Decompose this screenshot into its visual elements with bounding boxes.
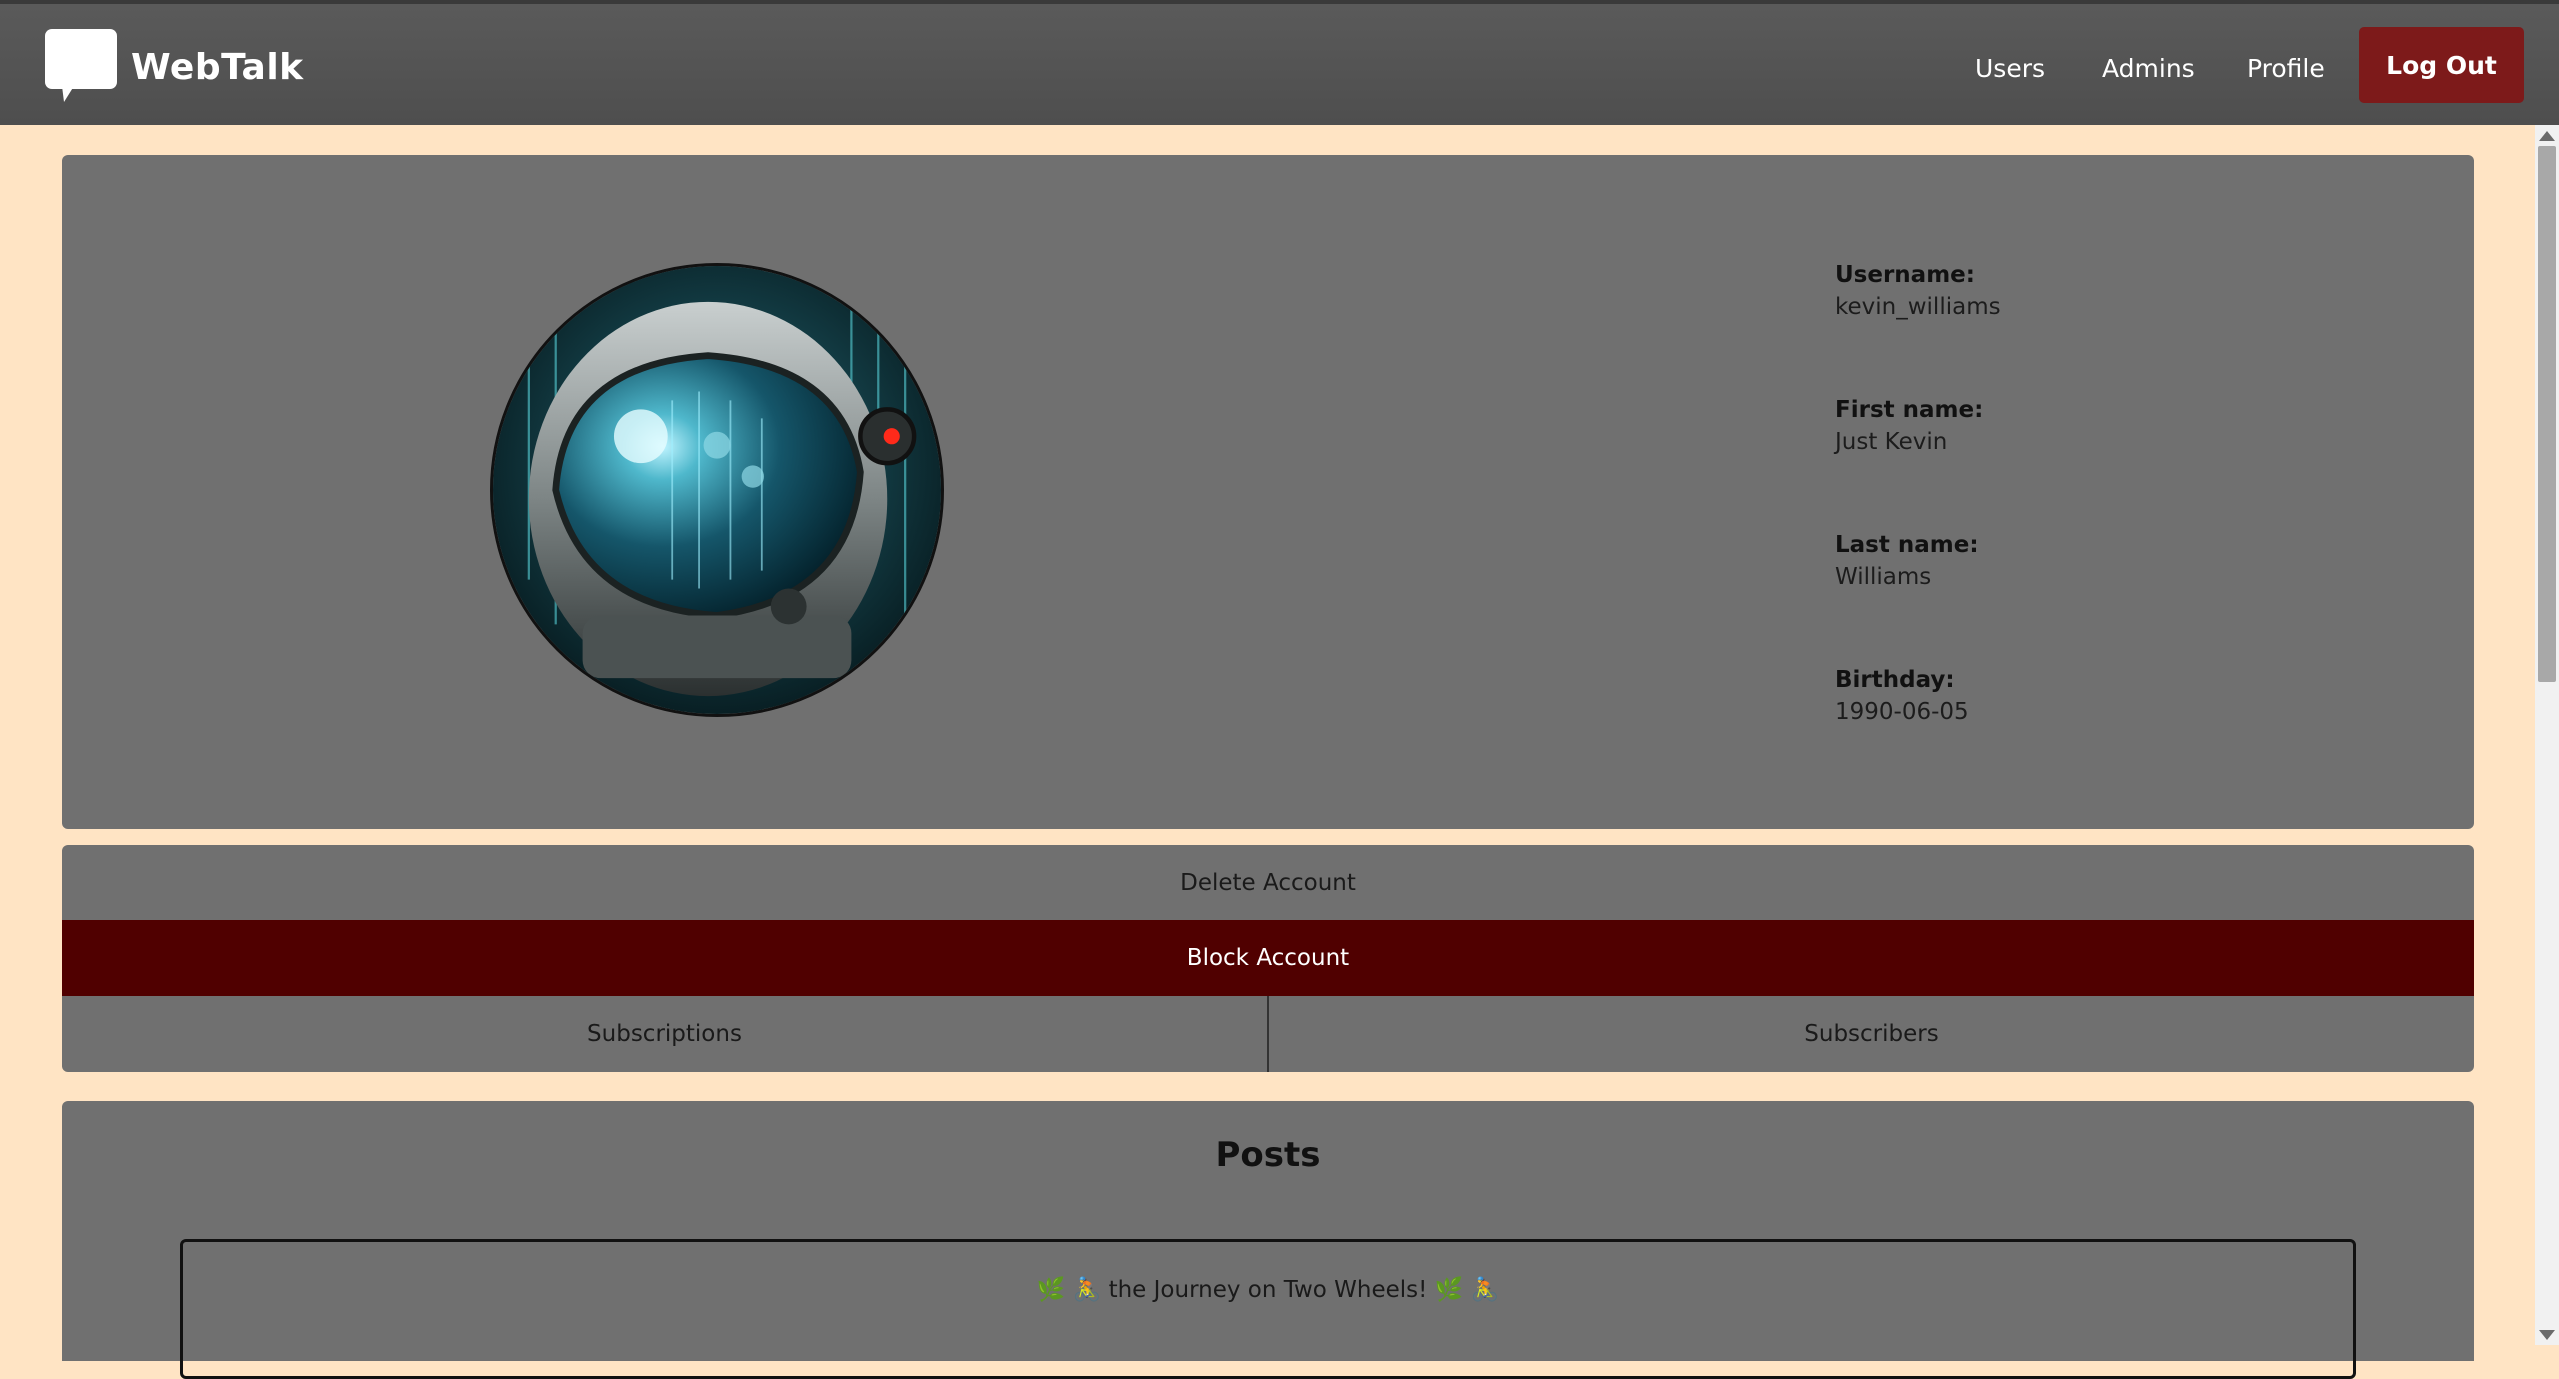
- chat-bubble-icon[interactable]: [44, 28, 118, 106]
- logout-button[interactable]: Log Out: [2359, 27, 2524, 103]
- scrollbar-thumb[interactable]: [2538, 146, 2556, 682]
- nav-admins-link[interactable]: Admins: [2102, 52, 2195, 86]
- posts-section: Posts 🌿 🚴 the Journey on Two Wheels! 🌿 🚴: [62, 1101, 2474, 1379]
- last-name-field: Last name: Williams: [1835, 529, 1979, 593]
- username-value: kevin_williams: [1835, 294, 2001, 320]
- profile-card: Username: kevin_williams First name: Jus…: [62, 155, 2474, 829]
- last-name-label: Last name:: [1835, 532, 1979, 558]
- birthday-value: 1990-06-05: [1835, 699, 1969, 725]
- nav-profile-link[interactable]: Profile: [2247, 52, 2325, 86]
- block-account-button[interactable]: Block Account: [62, 920, 2474, 996]
- scroll-down-arrow-icon[interactable]: [2539, 1330, 2555, 1340]
- first-name-label: First name:: [1835, 397, 1984, 423]
- first-name-value: Just Kevin: [1835, 429, 1948, 455]
- subscriptions-button[interactable]: Subscriptions: [62, 996, 1269, 1072]
- subscribers-button[interactable]: Subscribers: [1269, 996, 2474, 1072]
- scroll-up-arrow-icon[interactable]: [2539, 131, 2555, 141]
- username-label: Username:: [1835, 262, 1975, 288]
- username-field: Username: kevin_williams: [1835, 259, 2001, 323]
- first-name-field: First name: Just Kevin: [1835, 394, 1983, 458]
- post-title[interactable]: 🌿 🚴 the Journey on Two Wheels! 🌿 🚴: [183, 1276, 2353, 1303]
- posts-heading: Posts: [1215, 1135, 1321, 1175]
- delete-account-button[interactable]: Delete Account: [62, 845, 2474, 921]
- brand-name[interactable]: WebTalk: [131, 44, 304, 92]
- nav-users-link[interactable]: Users: [1975, 52, 2045, 86]
- subscription-tabs: Subscriptions Subscribers: [62, 996, 2474, 1072]
- astronaut-helmet-image: [493, 266, 941, 714]
- navbar: WebTalk Users Admins Profile Log Out: [0, 4, 2559, 125]
- avatar: [490, 263, 944, 717]
- post-item[interactable]: 🌿 🚴 the Journey on Two Wheels! 🌿 🚴: [180, 1239, 2356, 1379]
- birthday-field: Birthday: 1990-06-05: [1835, 664, 1969, 728]
- birthday-label: Birthday:: [1835, 667, 1955, 693]
- last-name-value: Williams: [1835, 564, 1932, 590]
